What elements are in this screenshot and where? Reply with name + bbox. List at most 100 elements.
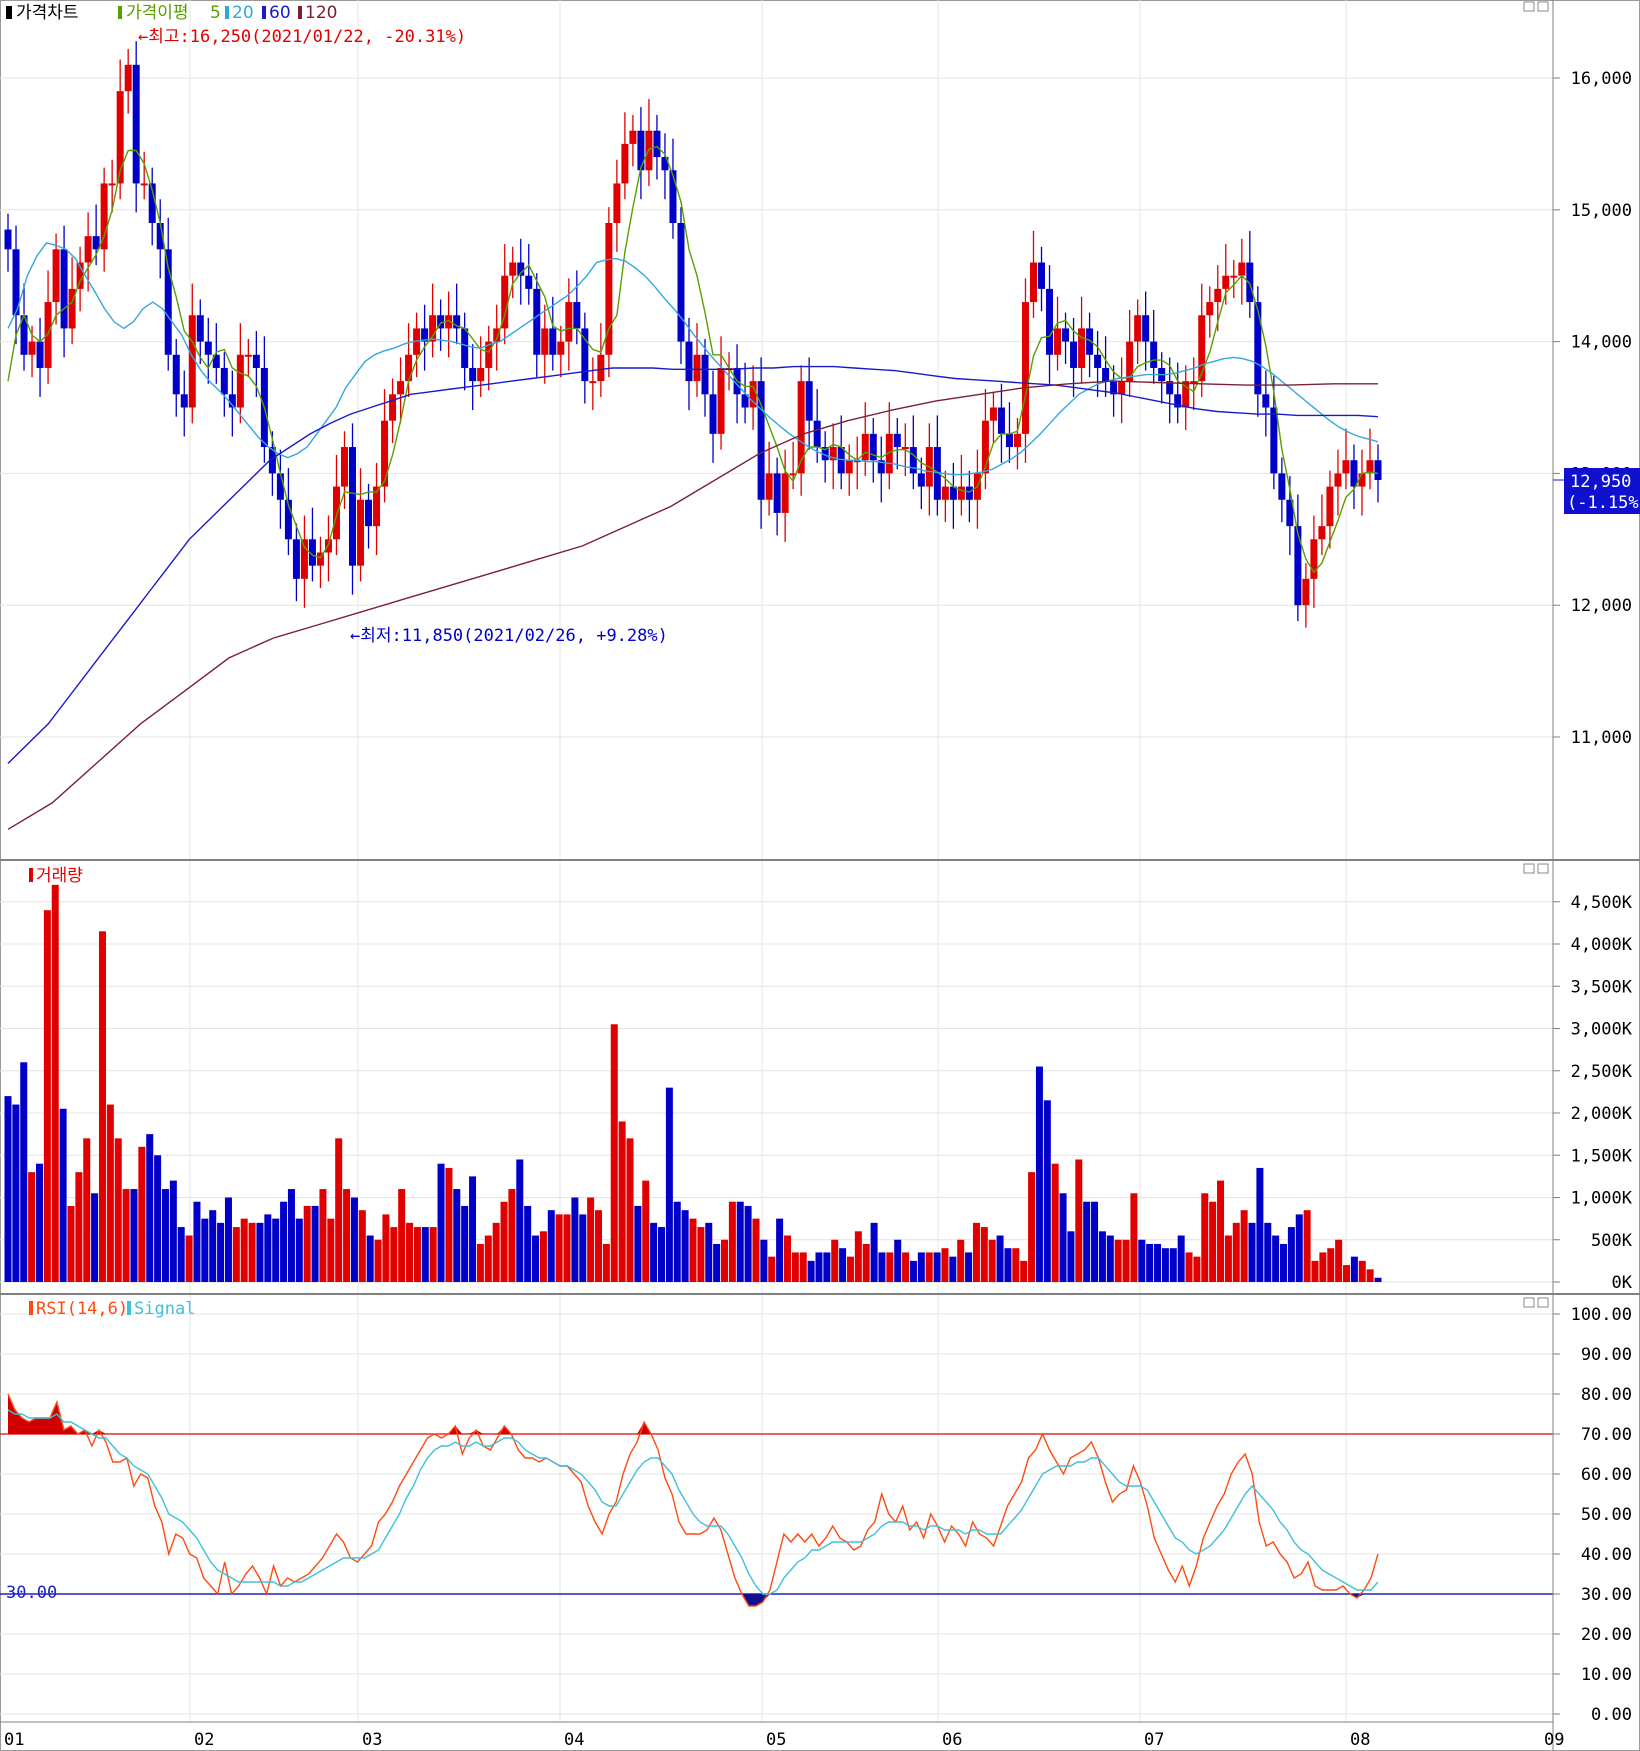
rsi-legend-swatch [29, 1301, 33, 1315]
volume-bar [1287, 1227, 1295, 1282]
volume-bar [43, 910, 51, 1282]
volume-bar [154, 1155, 162, 1282]
volume-bar [1295, 1214, 1303, 1282]
volume-bar [1161, 1248, 1169, 1282]
volume-bar [902, 1252, 910, 1282]
volume-bar [1358, 1260, 1366, 1282]
volume-bar [358, 1210, 366, 1282]
volume-bar [595, 1210, 603, 1282]
candle-body [172, 354, 180, 395]
price-legend: 가격차트 가격이평 5 20 60 120 [6, 3, 337, 23]
candle-body [1294, 526, 1302, 606]
volume-bar [673, 1201, 681, 1282]
volume-bar [532, 1235, 540, 1282]
candle-body [332, 486, 340, 540]
volume-bar [350, 1197, 358, 1282]
candle-body [589, 381, 597, 384]
volume-bar [1374, 1277, 1382, 1282]
candle-body [709, 394, 717, 434]
volume-bar [1138, 1239, 1146, 1282]
volume-bar [720, 1239, 728, 1282]
volume-tick-label: 2,000K [1571, 1104, 1633, 1124]
candle-body [533, 288, 541, 355]
volume-bar [1256, 1167, 1264, 1282]
volume-bar [1114, 1239, 1122, 1282]
candle-body [244, 354, 252, 357]
candle-body [653, 130, 661, 158]
volume-bar [398, 1189, 406, 1282]
rsi-panel-title: RSI(14,6) [36, 1299, 128, 1319]
candle-body [429, 315, 437, 342]
volume-bar [1350, 1256, 1358, 1282]
volume-bar [996, 1235, 1004, 1282]
candle-body [1070, 341, 1078, 368]
volume-bar [1303, 1210, 1311, 1282]
volume-bar [705, 1222, 713, 1282]
volume-bar [602, 1243, 610, 1282]
volume-bar [744, 1205, 752, 1282]
volume-bar [500, 1201, 508, 1282]
candle-body [196, 315, 204, 342]
candle-body [1142, 315, 1150, 342]
volume-bar [201, 1218, 209, 1282]
candle-body [1150, 341, 1158, 368]
candle-body [1358, 473, 1366, 487]
candle-body [204, 341, 212, 355]
candle-body [36, 341, 44, 368]
candle-body [357, 499, 365, 566]
close-icon[interactable] [1537, 1, 1549, 12]
candle-body [52, 249, 60, 303]
candle-body [1230, 275, 1238, 278]
volume-bar [1335, 1239, 1343, 1282]
candle-body [1206, 302, 1214, 316]
candle-body [557, 341, 565, 355]
volume-bar [713, 1243, 721, 1282]
volume-bar [524, 1205, 532, 1282]
candle-body [44, 302, 52, 368]
price-tick-label: 15,000 [1571, 201, 1632, 221]
close-icon[interactable] [1537, 1297, 1549, 1308]
volume-bar [760, 1239, 768, 1282]
volume-bar [98, 931, 106, 1282]
candle-body [541, 328, 549, 355]
close-icon[interactable] [1537, 863, 1549, 874]
ma60-legend: 60 [269, 3, 291, 23]
volume-bar [35, 1163, 43, 1282]
candle-body [637, 130, 645, 171]
candle-body [220, 367, 228, 395]
x-tick-label: 05 [766, 1730, 786, 1750]
volume-tick-label: 4,500K [1571, 893, 1633, 913]
volume-bar [1067, 1231, 1075, 1282]
volume-bar [658, 1227, 666, 1282]
volume-bar [783, 1235, 791, 1282]
volume-bar [1272, 1235, 1280, 1282]
candle-body [108, 183, 116, 186]
volume-bar [634, 1205, 642, 1282]
volume-bar [862, 1243, 870, 1282]
last-change: (-1.15%) [1567, 493, 1640, 513]
candle-body [1254, 302, 1262, 395]
candle-body [781, 473, 789, 513]
volume-bar [484, 1235, 492, 1282]
minimize-icon[interactable] [1523, 1297, 1535, 1308]
rsi-tick-label: 10.00 [1581, 1665, 1632, 1685]
candle-body [1318, 526, 1326, 540]
price-panel-title: 가격차트 [16, 3, 79, 23]
volume-bar [492, 1222, 500, 1282]
volume-bar [957, 1239, 965, 1282]
candle-body [1270, 407, 1278, 474]
volume-bar [1075, 1159, 1083, 1282]
volume-bar [941, 1248, 949, 1282]
minimize-icon[interactable] [1523, 863, 1535, 874]
minimize-icon[interactable] [1523, 1, 1535, 12]
candle-body [349, 447, 357, 566]
volume-bar [752, 1218, 760, 1282]
candle-body [509, 262, 517, 276]
x-tick-label: 09 [1544, 1730, 1564, 1750]
volume-bar [870, 1222, 878, 1282]
candle-body [1302, 578, 1310, 606]
volume-bar [327, 1218, 335, 1282]
candle-body [1094, 354, 1102, 368]
candle-body [1278, 473, 1286, 500]
volume-bar [1091, 1201, 1099, 1282]
